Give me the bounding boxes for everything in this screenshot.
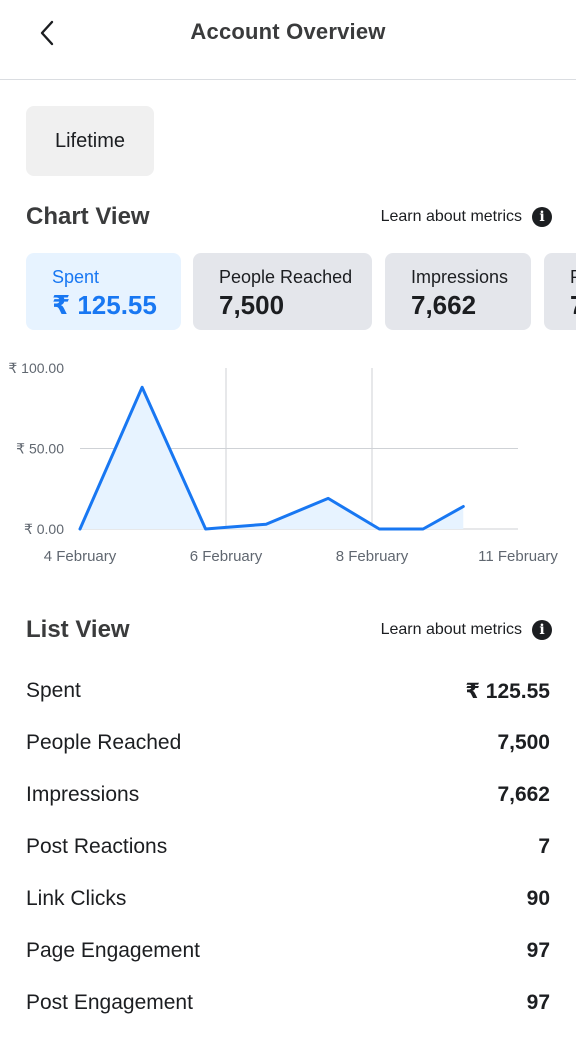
row-value: 90 [526,887,550,910]
list-row-link-clicks: Link Clicks 90 [26,879,550,919]
row-value: ₹ 125.55 [465,679,550,703]
list-row-post-reactions: Post Reactions 7 [26,827,550,867]
row-label: Link Clicks [26,887,127,910]
metric-tab-value: 7 [570,290,576,321]
learn-metrics-link-chart[interactable]: Learn about metrics i [381,207,552,227]
row-value: 97 [526,991,550,1014]
series-area [80,387,464,529]
spent-line-chart: ₹ 0.00 ₹ 50.00 ₹ 100.00 4 February 6 Februar… [8,360,558,565]
y-tick-label: ₹ 0.00 [24,521,64,537]
learn-metrics-link-list[interactable]: Learn about metrics i [381,620,552,640]
chart-view-title: Chart View [26,203,150,230]
row-value: 97 [526,939,550,962]
learn-metrics-label: Learn about metrics [380,208,522,225]
list-row-page-engagement: Page Engagement 97 [26,931,550,971]
metric-tab-impressions[interactable]: Impressions 7,662 [385,253,531,330]
metric-tab-label: People Reached [219,267,353,287]
x-tick-label: 6 February [190,548,263,565]
y-tick-label: ₹ 100.00 [8,360,64,376]
row-label: Post Reactions [26,835,168,858]
x-tick-label: 11 February [478,548,558,565]
metric-tab-partial[interactable]: P 7 [544,253,576,330]
metric-tab-label: Spent [52,267,100,287]
date-range-button[interactable]: Lifetime [26,106,154,176]
list-row-spent: Spent ₹ 125.55 [26,671,550,711]
info-icon: i [532,207,552,227]
list-row-impressions: Impressions 7,662 [26,775,550,815]
row-label: Spent [26,679,81,702]
y-tick-label: ₹ 50.00 [16,441,64,457]
list-view-title: List View [26,616,130,643]
row-label: Impressions [26,783,140,806]
metric-tab-value: ₹ 125.55 [52,290,157,320]
info-icon: i [532,620,552,640]
row-label: People Reached [26,731,182,754]
metric-tab-value: 7,500 [219,290,285,320]
x-tick-label: 4 February [44,548,117,565]
row-label: Page Engagement [26,939,200,962]
metric-tab-label: Impressions [411,267,509,287]
row-label: Post Engagement [26,991,193,1014]
metric-tab-value: 7,662 [411,290,477,320]
row-value: 7 [538,835,550,858]
x-tick-label: 8 February [336,548,409,565]
metric-tab-label: P [570,267,576,288]
learn-metrics-label: Learn about metrics [380,621,522,638]
metric-tabs: Spent ₹ 125.55 People Reached 7,500 Impr… [26,253,576,330]
list-row-post-engagement: Post Engagement 97 [26,983,550,1023]
page-title: Account Overview [190,19,386,44]
row-value: 7,662 [497,783,550,806]
list-row-people-reached: People Reached 7,500 [26,723,550,763]
row-value: 7,500 [497,731,550,754]
top-bar: Account Overview [0,0,576,80]
metric-tab-people-reached[interactable]: People Reached 7,500 [193,253,372,330]
metric-tab-spent[interactable]: Spent ₹ 125.55 [26,253,181,330]
